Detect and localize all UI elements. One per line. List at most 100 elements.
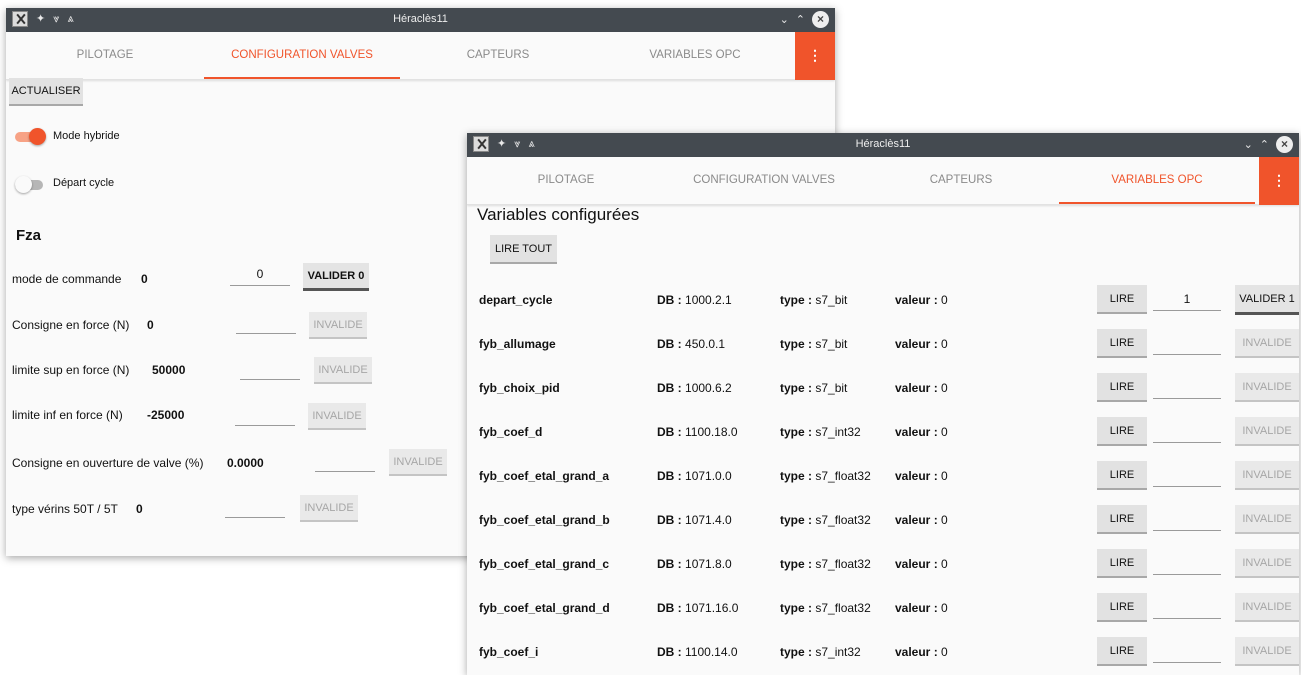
lire-button[interactable]: LIRE [1097,417,1147,444]
tab-variables-opc[interactable]: VARIABLES OPC [1059,157,1255,204]
variable-row: fyb_choix_pid DB : 1000.6.2 type : s7_bit v… [467,373,1299,411]
limite-sup-input[interactable] [240,358,300,380]
invalide-consigne-force-button[interactable]: INVALIDE [309,312,367,337]
depart-cycle-toggle[interactable] [15,174,45,194]
valider-mode-commande-button[interactable]: VALIDER 0 [303,263,369,288]
close-icon[interactable]: × [1276,136,1293,153]
variable-write-input[interactable] [1153,597,1221,619]
variable-valeur: valeur : 0 [895,513,948,527]
valeur-key: valeur : [895,557,938,571]
row-value-limite-inf: -25000 [147,408,185,422]
lire-button[interactable]: LIRE [1097,549,1147,576]
variable-write-input[interactable] [1153,377,1221,399]
invalide-consigne-ouverture-button[interactable]: INVALIDE [389,449,447,474]
lire-button[interactable]: LIRE [1097,285,1147,312]
minimize-icon[interactable]: ⌄ [780,12,789,28]
variable-write-input[interactable] [1153,333,1221,355]
consigne-ouverture-input[interactable] [315,450,375,472]
minimize-icon[interactable]: ⌄ [1244,137,1253,153]
section-title-fza: Fza [16,227,42,244]
db-key: DB : [657,601,682,615]
actualiser-button[interactable]: ACTUALISER [9,78,83,104]
variable-type: type : s7_bit [780,293,847,307]
limite-inf-input[interactable] [235,404,295,426]
invalide-variable-button[interactable]: INVALIDE [1235,593,1299,620]
variable-name: fyb_allumage [479,337,556,351]
invalide-limite-sup-button[interactable]: INVALIDE [314,357,372,382]
invalide-variable-button[interactable]: INVALIDE [1235,417,1299,444]
type-value: s7_float32 [815,469,871,483]
valeur-value: 0 [941,337,948,351]
invalide-limite-inf-button[interactable]: INVALIDE [308,403,366,428]
type-key: type : [780,381,813,395]
tab-capteurs[interactable]: CAPTEURS [400,32,596,79]
variable-write-input[interactable]: 1 [1153,289,1221,311]
type-value: s7_float32 [815,513,871,527]
lire-tout-button[interactable]: LIRE TOUT [490,235,557,262]
variable-write-input[interactable] [1153,465,1221,487]
invalide-variable-button[interactable]: INVALIDE [1235,329,1299,356]
overflow-menu-icon[interactable]: ⋮ [1259,157,1299,205]
tab-capteurs[interactable]: CAPTEURS [863,157,1059,204]
type-value: s7_float32 [815,601,871,615]
row-label-mode-commande: mode de commande [12,272,122,286]
maximize-icon[interactable]: ⌃ [1260,137,1269,153]
invalide-variable-button[interactable]: INVALIDE [1235,505,1299,532]
lire-button[interactable]: LIRE [1097,373,1147,400]
invalide-variable-button[interactable]: INVALIDE [1235,461,1299,488]
variable-write-input[interactable] [1153,641,1221,663]
invalide-variable-button[interactable]: INVALIDE [1235,373,1299,400]
hybrid-mode-label: Mode hybride [53,130,120,142]
row-value-limite-sup: 50000 [152,363,186,377]
variable-write-input[interactable] [1153,509,1221,531]
tab-variables-opc[interactable]: VARIABLES OPC [596,32,794,79]
type-key: type : [780,601,813,615]
tab-pilotage[interactable]: PILOTAGE [6,32,204,79]
shade-down-icon[interactable]: ⩔ [53,11,59,27]
tab-configuration-valves[interactable]: CONFIGURATION VALVES [665,157,863,204]
mode-commande-input[interactable]: 0 [230,264,290,286]
close-icon[interactable]: × [812,11,829,28]
valeur-key: valeur : [895,293,938,307]
valeur-value: 0 [941,601,948,615]
invalide-variable-button[interactable]: INVALIDE [1235,637,1299,664]
lire-button[interactable]: LIRE [1097,461,1147,488]
pin-icon[interactable]: ✦ [497,136,506,152]
lire-button[interactable]: LIRE [1097,505,1147,532]
overflow-menu-icon[interactable]: ⋮ [795,32,835,80]
valider-variable-button[interactable]: VALIDER 1 [1235,285,1299,312]
valeur-value: 0 [941,425,948,439]
variable-db: DB : 1000.2.1 [657,293,732,307]
type-value: s7_bit [815,381,848,395]
maximize-icon[interactable]: ⌃ [796,12,805,28]
shade-up-icon[interactable]: ⩓ [528,136,534,152]
variable-row: depart_cycle DB : 1000.2.1 type : s7_bit va… [467,285,1299,323]
invalide-variable-button[interactable]: INVALIDE [1235,549,1299,576]
valeur-value: 0 [941,557,948,571]
db-value: 1000.6.2 [685,381,732,395]
db-key: DB : [657,645,682,659]
type-key: type : [780,513,813,527]
variable-write-input[interactable] [1153,421,1221,443]
lire-button[interactable]: LIRE [1097,637,1147,664]
variable-row: fyb_coef_etal_grand_b DB : 1071.4.0 type :… [467,505,1299,543]
window1-title: Héraclès11 [393,13,448,25]
db-value: 1071.4.0 [685,513,732,527]
pin-icon[interactable]: ✦ [36,11,45,27]
shade-up-icon[interactable]: ⩓ [67,11,73,27]
tab-pilotage[interactable]: PILOTAGE [467,157,665,204]
shade-down-icon[interactable]: ⩔ [514,136,520,152]
lire-button[interactable]: LIRE [1097,593,1147,620]
type-verins-input[interactable] [225,496,285,518]
row-label-limite-sup: limite sup en force (N) [12,363,130,377]
invalide-type-verins-button[interactable]: INVALIDE [300,495,358,520]
db-value: 1100.18.0 [685,425,738,439]
db-key: DB : [657,469,682,483]
variable-write-input[interactable] [1153,553,1221,575]
hybrid-mode-toggle[interactable] [15,126,46,146]
variable-name: depart_cycle [479,293,553,307]
tab-configuration-valves[interactable]: CONFIGURATION VALVES [204,32,400,79]
valeur-key: valeur : [895,513,938,527]
lire-button[interactable]: LIRE [1097,329,1147,356]
consigne-force-input[interactable] [236,312,296,334]
